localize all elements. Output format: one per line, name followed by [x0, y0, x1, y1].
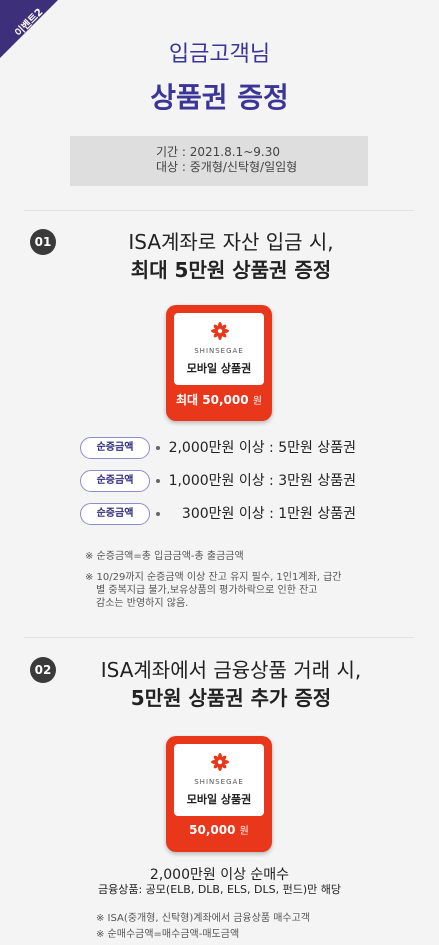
- section2-eligible-products: 금융상품: 공모(ELB, DLB, ELS, DLS, 펀드)만 해당: [98, 883, 341, 896]
- voucher-face: SHINSEGAE 모바일 상품권: [174, 744, 264, 816]
- tier-row: 순증금액 300만원 이상 : 1만원 상품권: [80, 503, 370, 525]
- tier-text: 1,000만원 이상 : 3만원 상품권: [168, 473, 356, 489]
- bullet-dot: [156, 446, 160, 450]
- tier-row: 순증금액 2,000만원 이상 : 5만원 상품권: [80, 437, 370, 459]
- note-line: 별 중복지급 불가,보유상품의 평가하락으로 인한 잔고: [96, 585, 318, 596]
- headline-line1: 입금고객님: [168, 42, 271, 67]
- voucher-amount-unit: 원: [239, 826, 249, 837]
- tier-text: 2,000만원 이상 : 5만원 상품권: [168, 440, 356, 456]
- section1-title: ISA계좌로 자산 입금 시, 최대 5만원 상품권 증정: [56, 228, 406, 284]
- tier-text: 300만원 이상 : 1만원 상품권: [181, 506, 356, 522]
- voucher-amount-unit: 원: [252, 396, 262, 407]
- divider: [24, 210, 414, 211]
- note-net-increase: ※ 순증금액=총 입금금액-총 출금금액: [85, 551, 244, 562]
- bullet-dot: [156, 512, 160, 516]
- voucher-card-1: SHINSEGAE 모바일 상품권 최대 50,000 원: [166, 305, 272, 421]
- section2-title: ISA계좌에서 금융상품 거래 시, 5만원 상품권 추가 증정: [56, 656, 406, 712]
- voucher-amount: 50,000 원: [166, 822, 272, 837]
- voucher-name: 모바일 상품권: [186, 362, 252, 375]
- voucher-amount-value: 50,000: [189, 823, 236, 837]
- net-increase-badge: 순증금액: [80, 470, 150, 492]
- note-eligible-customer: ※ ISA(중개형, 신탁형)계좌에서 금융상품 매수고객: [96, 913, 310, 924]
- note-conditions: ※ 10/29까지 순증금액 이상 잔고 유지 필수, 1인1계좌, 급간 별 …: [85, 571, 385, 610]
- period-box: 기간 : 2021.8.1~9.30 대상 : 중개형/신탁형/일임형: [70, 136, 368, 186]
- divider: [24, 637, 414, 638]
- tier-row: 순증금액 1,000만원 이상 : 3만원 상품권: [80, 470, 370, 492]
- voucher-amount-value: 최대 50,000: [176, 393, 249, 407]
- step-badge-01: 01: [30, 229, 56, 255]
- voucher-brand: SHINSEGAE: [194, 778, 244, 786]
- net-increase-badge: 순증금액: [80, 437, 150, 459]
- voucher-name: 모바일 상품권: [186, 793, 252, 806]
- shinsegae-flower-icon: [211, 322, 229, 340]
- section2-title-line2: 5만원 상품권 추가 증정: [130, 686, 332, 710]
- voucher-brand: SHINSEGAE: [194, 347, 244, 355]
- headline-line2: 상품권 증정: [150, 81, 289, 114]
- period-dates: 기간 : 2021.8.1~9.30: [156, 145, 280, 159]
- section1-title-line1: ISA계좌로 자산 입금 시,: [128, 230, 334, 254]
- period-target: 대상 : 중개형/신탁형/일임형: [156, 160, 298, 174]
- shinsegae-flower-icon: [211, 753, 229, 771]
- net-increase-badge: 순증금액: [80, 503, 150, 525]
- note-line: ※ 10/29까지 순증금액 이상 잔고 유지 필수, 1인1계좌, 급간: [85, 572, 342, 583]
- voucher-amount: 최대 50,000 원: [166, 391, 272, 408]
- section1-title-line2: 최대 5만원 상품권 증정: [130, 258, 332, 282]
- note-net-purchase: ※ 순매수금액=매수금액-매도금액: [96, 929, 240, 940]
- bullet-dot: [156, 479, 160, 483]
- voucher-card-2: SHINSEGAE 모바일 상품권 50,000 원: [166, 736, 272, 852]
- voucher-face: SHINSEGAE 모바일 상품권: [174, 313, 264, 385]
- note-line: 감소는 반영하지 않음.: [96, 598, 189, 609]
- section2-title-line1: ISA계좌에서 금융상품 거래 시,: [100, 658, 362, 682]
- step-badge-02: 02: [30, 657, 56, 683]
